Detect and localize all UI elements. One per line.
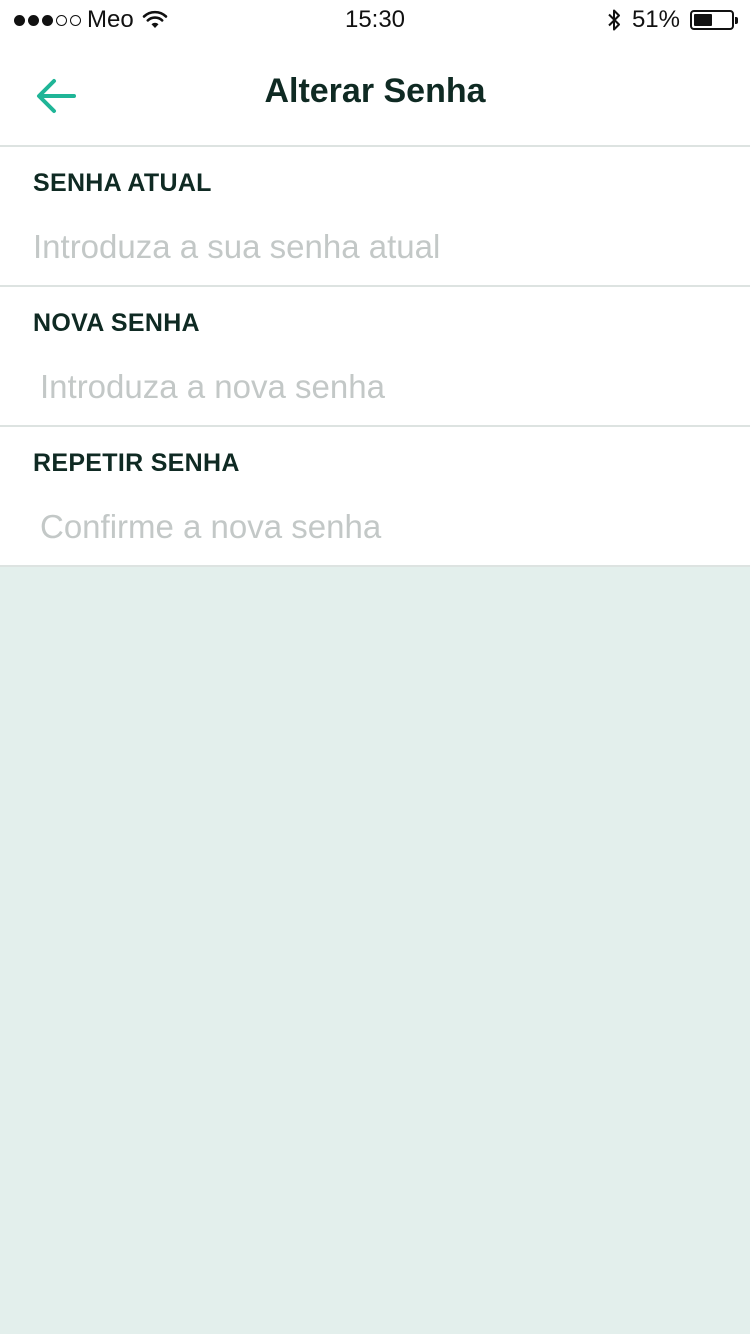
page-title: Alterar Senha <box>264 72 486 110</box>
battery-level <box>694 14 713 26</box>
battery-nub <box>735 17 738 24</box>
current-password-label: SENHA ATUAL <box>33 169 212 197</box>
new-password-field: NOVA SENHA <box>0 287 750 427</box>
repeat-password-label: REPETIR SENHA <box>33 449 240 477</box>
repeat-password-input[interactable] <box>40 503 720 551</box>
new-password-label: NOVA SENHA <box>33 309 200 337</box>
navigation-bar: Alterar Senha <box>0 40 750 147</box>
current-password-input[interactable] <box>33 223 713 271</box>
battery-percentage: 51% <box>631 6 680 33</box>
bluetooth-icon <box>608 9 620 31</box>
repeat-password-field: REPETIR SENHA <box>0 427 750 567</box>
new-password-input[interactable] <box>40 363 720 411</box>
change-password-form: SENHA ATUAL NOVA SENHA REPETIR SENHA <box>0 147 750 567</box>
current-password-field: SENHA ATUAL <box>0 147 750 287</box>
status-bar: Meo 15:30 51% <box>0 0 750 40</box>
battery-icon <box>690 10 738 30</box>
status-right: 51% <box>606 6 738 34</box>
